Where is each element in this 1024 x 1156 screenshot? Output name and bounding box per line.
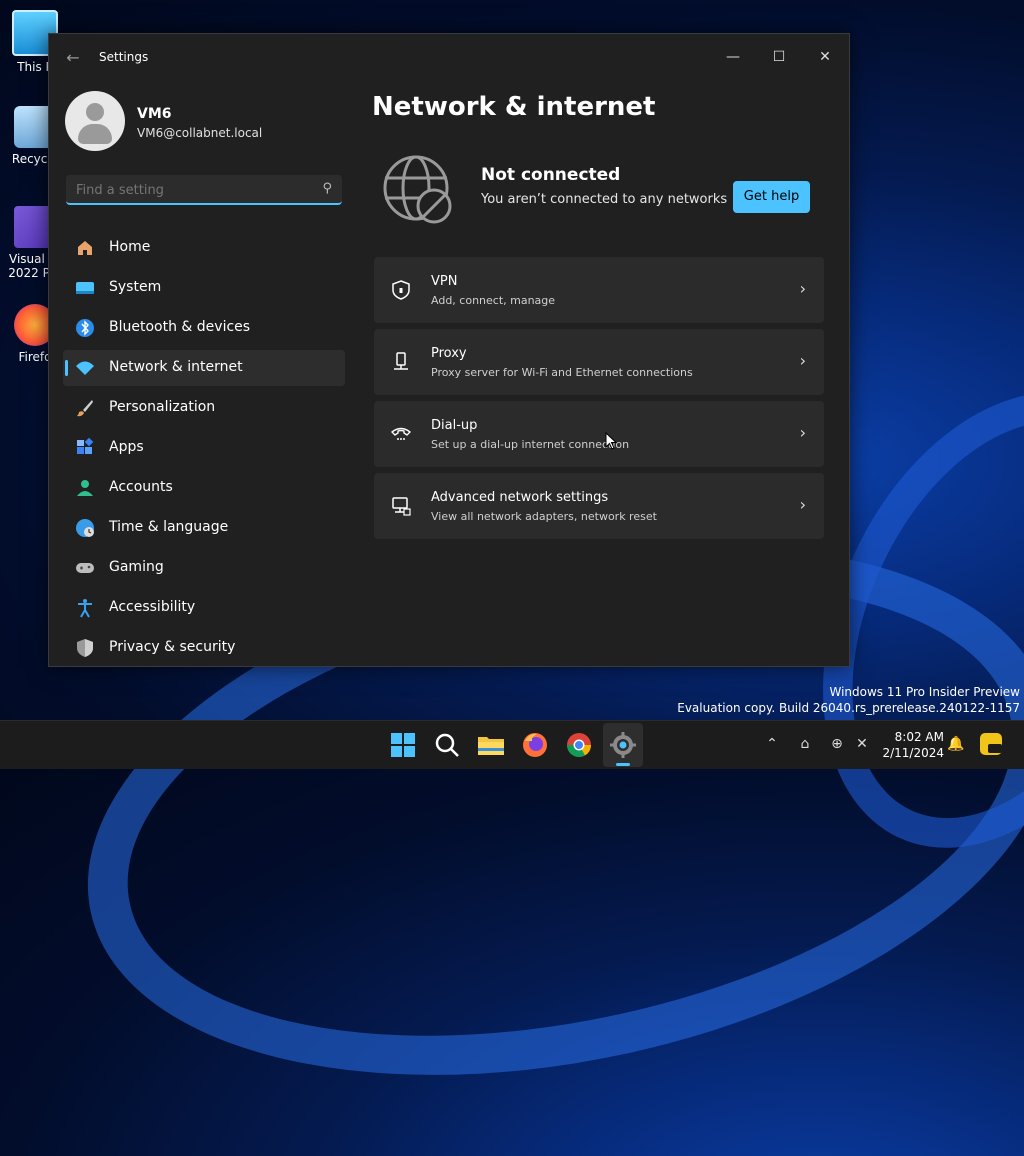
- network-disconnected-icon[interactable]: ⌂: [795, 734, 815, 754]
- connection-status-title: Not connected: [481, 165, 621, 185]
- settings-icon[interactable]: [607, 729, 639, 761]
- card-subtitle: Add, connect, manage: [431, 294, 556, 307]
- sidebar-item-label: System: [109, 279, 162, 295]
- settings-card-dialup[interactable]: Dial-up Set up a dial-up internet connec…: [374, 401, 824, 467]
- connection-status-subtitle: You aren’t connected to any networks: [481, 192, 728, 207]
- accessibility-icon: [78, 599, 92, 618]
- sidebar-item-accounts[interactable]: Accounts: [63, 470, 345, 506]
- user-name: VM6: [137, 106, 172, 122]
- search-input[interactable]: [74, 179, 308, 201]
- user-email: VM6@collabnet.local: [137, 126, 263, 140]
- card-subtitle: View all network adapters, network reset: [431, 510, 657, 523]
- chevron-right-icon: ›: [799, 279, 806, 298]
- proxy-icon: [394, 352, 408, 370]
- sidebar-item-personalization[interactable]: Personalization: [63, 390, 345, 426]
- sidebar-item-label: Personalization: [109, 399, 216, 415]
- get-help-button[interactable]: Get help: [733, 181, 810, 213]
- chevron-up-icon[interactable]: ⌃: [762, 734, 782, 754]
- window-title: Settings: [99, 50, 149, 64]
- back-arrow-icon[interactable]: ←: [63, 48, 83, 68]
- settings-card-advanced-network[interactable]: Advanced network settings View all netwo…: [374, 473, 824, 539]
- desktop-icon-label: Firefo: [18, 350, 52, 364]
- sidebar-item-label: Gaming: [109, 559, 164, 575]
- language-icon[interactable]: ⊕: [827, 734, 847, 754]
- globe-clock-icon: [76, 519, 94, 537]
- chevron-right-icon: ›: [799, 423, 806, 442]
- chevron-right-icon: ›: [799, 351, 806, 370]
- taskbar-clock[interactable]: 8:02 AM 2/11/2024: [876, 729, 944, 761]
- home-icon: [78, 241, 92, 255]
- clock-time: 8:02 AM: [894, 730, 944, 744]
- apps-icon: [77, 438, 94, 454]
- chevron-right-icon: ›: [799, 495, 806, 514]
- sidebar-item-label: Time & language: [109, 519, 229, 535]
- sidebar-item-time-language[interactable]: Time & language: [63, 510, 345, 546]
- clock-date: 2/11/2024: [882, 746, 944, 760]
- sidebar-item-privacy[interactable]: Privacy & security: [63, 630, 345, 666]
- card-title: Advanced network settings: [431, 490, 609, 505]
- search-box[interactable]: ⚲: [66, 175, 342, 205]
- brush-icon: [77, 400, 93, 417]
- evaluation-watermark-line1: Windows 11 Pro Insider Preview: [829, 685, 1020, 699]
- gamepad-icon: [76, 563, 94, 573]
- globe-disconnected-icon: [383, 155, 452, 224]
- title-bar: ← Settings — ☐ ✕: [49, 34, 849, 82]
- card-title: VPN: [431, 274, 458, 289]
- sidebar-item-gaming[interactable]: Gaming: [63, 550, 345, 586]
- settings-card-vpn[interactable]: VPN Add, connect, manage ›: [374, 257, 824, 323]
- sidebar-item-label: Network & internet: [109, 359, 243, 375]
- volume-muted-icon[interactable]: ✕: [852, 734, 872, 754]
- settings-window: ← Settings — ☐ ✕ VM6 VM6@collabnet.local…: [48, 33, 850, 667]
- shield-icon: [77, 639, 93, 657]
- taskbar: ⌃ ⌂ ⊕ ✕ 8:02 AM 2/11/2024 🔔: [0, 720, 1024, 769]
- dialup-phone-icon: [390, 427, 412, 440]
- system-icon: [76, 282, 94, 294]
- evaluation-watermark-line2: Evaluation copy. Build 26040.rs_prerelea…: [677, 701, 1020, 715]
- sidebar-item-label: Privacy & security: [109, 639, 236, 655]
- sidebar-item-home[interactable]: Home: [63, 230, 345, 266]
- card-title: Dial-up: [431, 418, 478, 433]
- sidebar-item-bluetooth[interactable]: Bluetooth & devices: [63, 310, 345, 346]
- close-button[interactable]: ✕: [803, 42, 847, 72]
- avatar-head: [86, 103, 104, 121]
- vpn-shield-icon: [392, 280, 410, 300]
- avatar[interactable]: [65, 91, 125, 151]
- search-icon[interactable]: [431, 729, 463, 761]
- bluetooth-icon: [76, 319, 94, 337]
- sidebar-item-label: Bluetooth & devices: [109, 319, 251, 335]
- sidebar-item-label: Apps: [109, 439, 144, 455]
- maximize-button[interactable]: ☐: [757, 42, 801, 72]
- advanced-network-icon: [392, 497, 411, 516]
- avatar-body: [78, 124, 112, 144]
- page-title: Network & internet: [372, 92, 656, 122]
- card-subtitle: Proxy server for Wi-Fi and Ethernet conn…: [431, 366, 693, 379]
- network-wifi-icon: [76, 361, 94, 375]
- card-subtitle: Set up a dial-up internet connection: [431, 438, 630, 451]
- mouse-cursor-icon: [605, 432, 617, 450]
- card-title: Proxy: [431, 346, 467, 361]
- sidebar-item-apps[interactable]: Apps: [63, 430, 345, 466]
- chrome-icon[interactable]: [563, 729, 595, 761]
- accounts-icon: [77, 480, 93, 496]
- sidebar-item-label: Home: [109, 239, 151, 255]
- sidebar-item-system[interactable]: System: [63, 270, 345, 306]
- copilot-preview-icon[interactable]: [978, 731, 1004, 757]
- firefox-icon[interactable]: [519, 729, 551, 761]
- start-icon[interactable]: [387, 729, 419, 761]
- settings-card-proxy[interactable]: Proxy Proxy server for Wi-Fi and Etherne…: [374, 329, 824, 395]
- sidebar-item-label: Accessibility: [109, 599, 196, 615]
- file-explorer-icon[interactable]: [475, 729, 507, 761]
- search-icon[interactable]: ⚲: [322, 181, 332, 196]
- sidebar-item-accessibility[interactable]: Accessibility: [63, 590, 345, 626]
- sidebar-item-label: Accounts: [109, 479, 173, 495]
- bell-icon[interactable]: 🔔: [946, 734, 966, 754]
- minimize-button[interactable]: —: [711, 42, 755, 72]
- active-app-indicator: [616, 763, 630, 766]
- selection-indicator: [65, 360, 68, 376]
- sidebar-item-network[interactable]: Network & internet: [63, 350, 345, 386]
